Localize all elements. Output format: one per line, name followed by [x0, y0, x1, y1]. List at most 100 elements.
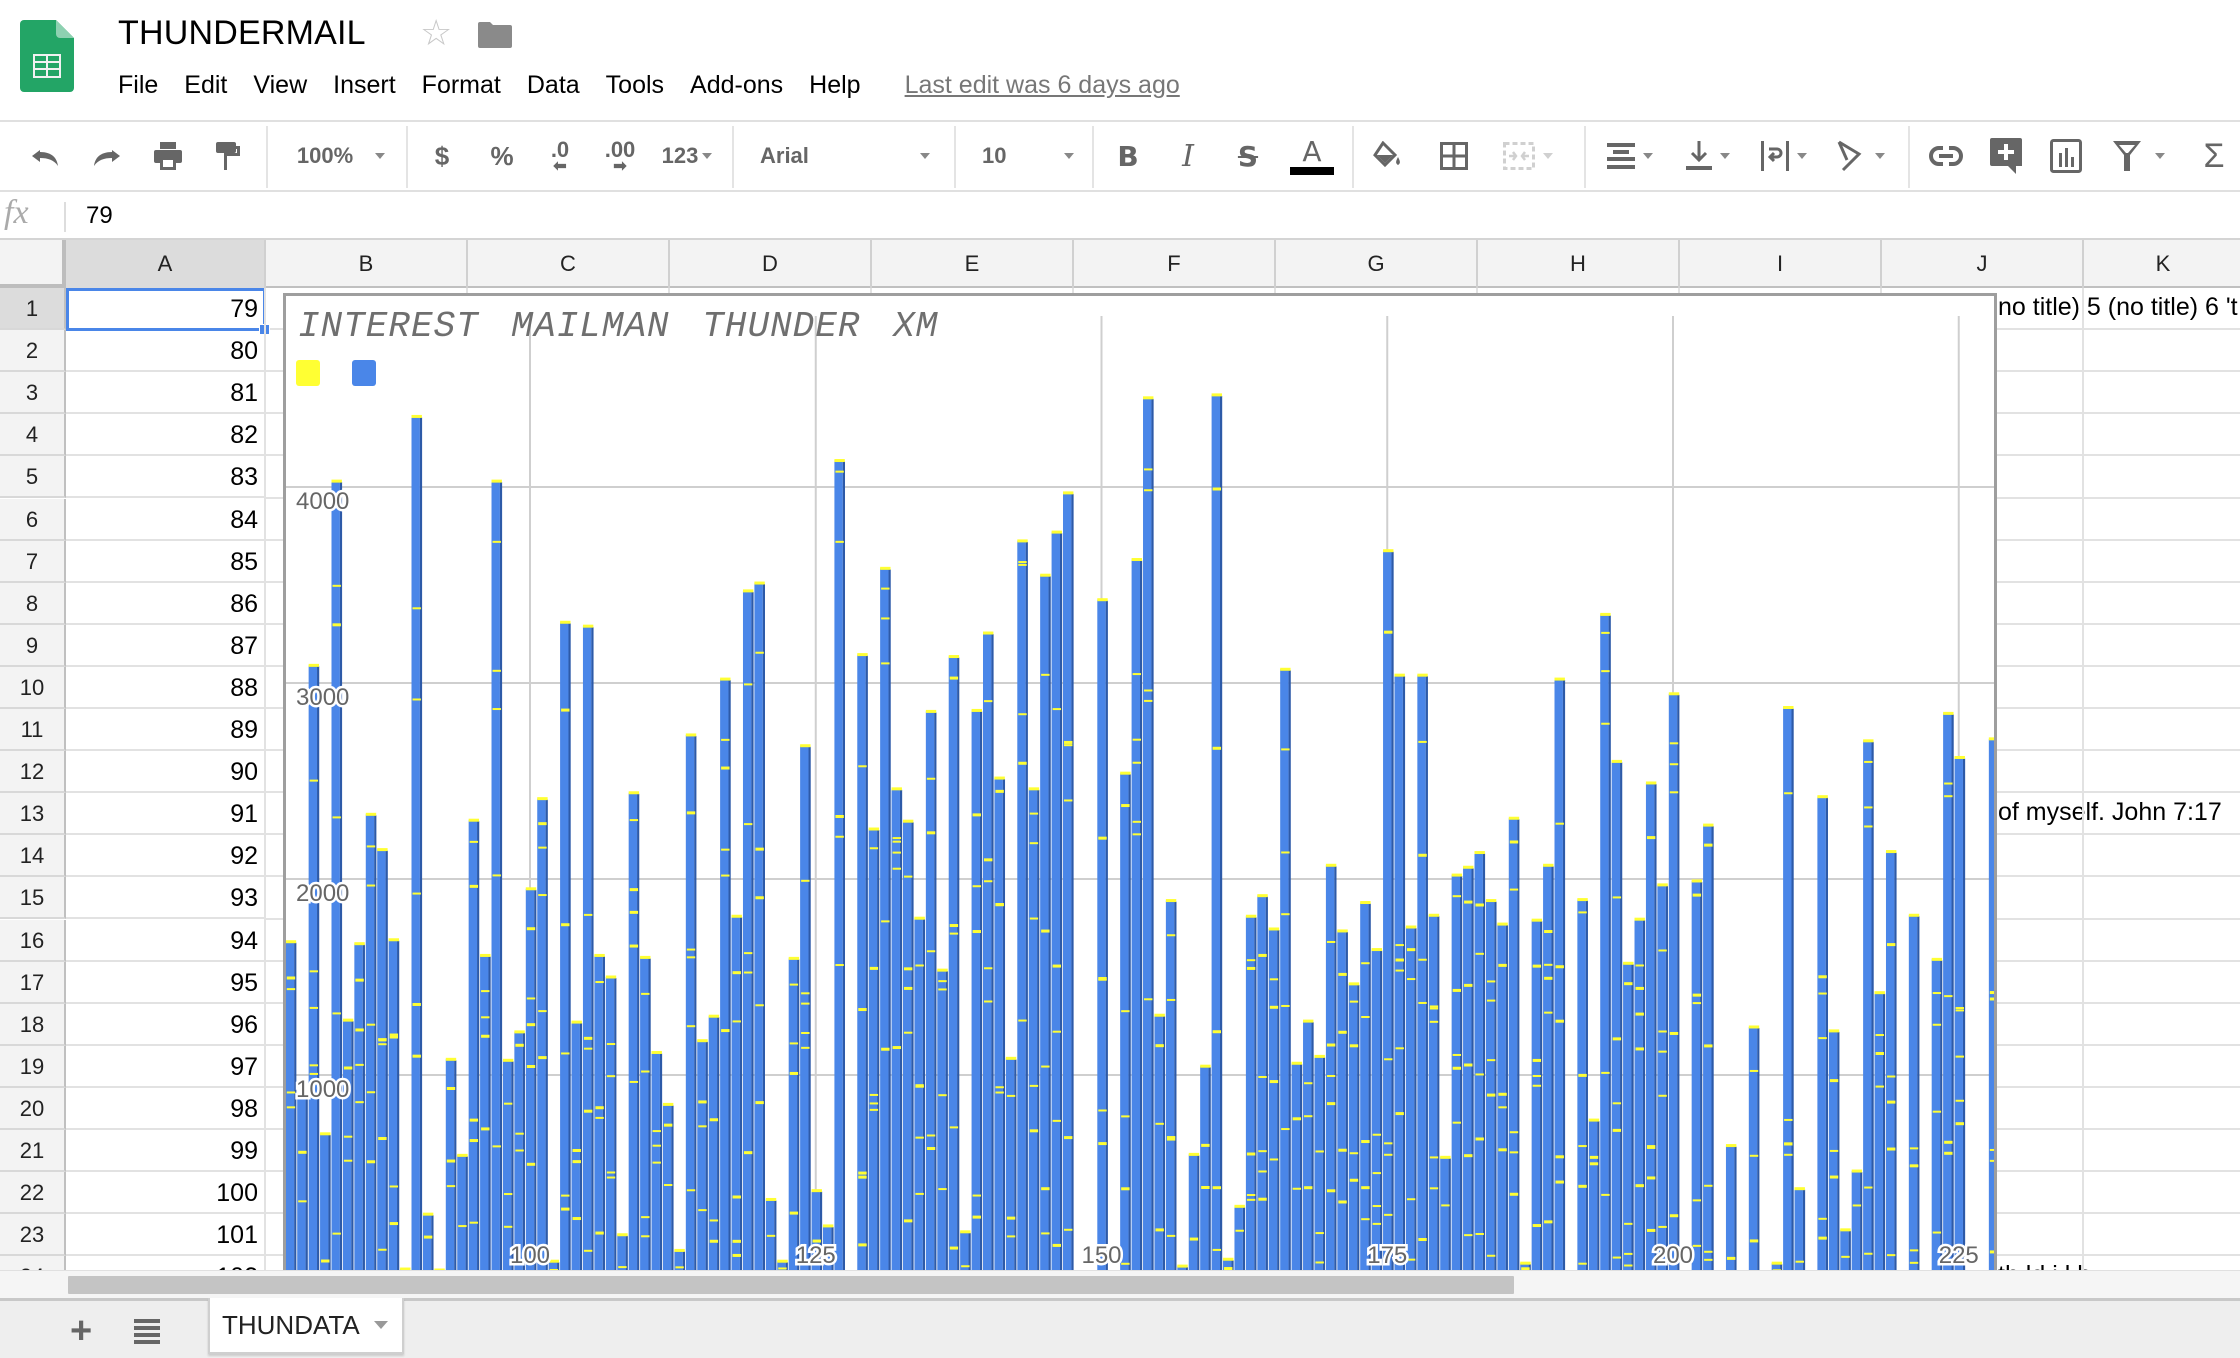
- cell-a17[interactable]: 95: [66, 961, 266, 1004]
- row-header[interactable]: 22: [0, 1172, 66, 1215]
- cell-a24[interactable]: 102: [66, 1256, 266, 1270]
- menu-file[interactable]: File: [118, 71, 158, 100]
- row-header[interactable]: 16: [0, 919, 66, 962]
- chevron-down-icon[interactable]: [373, 1321, 388, 1329]
- horizontal-align-button[interactable]: [1600, 122, 1660, 190]
- column-header-f[interactable]: F: [1074, 240, 1276, 288]
- cell-a5[interactable]: 83: [66, 456, 266, 499]
- cell-a6[interactable]: 84: [66, 498, 266, 541]
- row-header[interactable]: 18: [0, 1003, 66, 1046]
- formula-input[interactable]: 79: [86, 202, 113, 230]
- cell-a12[interactable]: 90: [66, 751, 266, 794]
- cell-a1[interactable]: 79: [66, 288, 266, 331]
- insert-link-button[interactable]: [1926, 122, 1966, 190]
- cell-a21[interactable]: 99: [66, 1130, 266, 1173]
- row-header[interactable]: 24: [0, 1256, 66, 1270]
- row-header[interactable]: 8: [0, 582, 66, 625]
- insert-chart-button[interactable]: [2046, 122, 2086, 190]
- column-header-b[interactable]: B: [266, 240, 468, 288]
- decrease-decimal-button[interactable]: .0 ⬅: [540, 122, 580, 190]
- menu-tools[interactable]: Tools: [606, 71, 664, 100]
- row-header[interactable]: 15: [0, 877, 66, 920]
- cell-a9[interactable]: 87: [66, 624, 266, 667]
- text-wrap-button[interactable]: [1754, 122, 1814, 190]
- document-title[interactable]: THUNDERMAIL: [118, 14, 366, 53]
- row-header[interactable]: 10: [0, 666, 66, 709]
- cell-a4[interactable]: 82: [66, 414, 266, 457]
- menu-help[interactable]: Help: [809, 71, 860, 100]
- currency-format-button[interactable]: $: [424, 122, 460, 190]
- menu-format[interactable]: Format: [422, 71, 501, 100]
- paint-format-button[interactable]: [208, 122, 248, 190]
- print-button[interactable]: [148, 122, 188, 190]
- column-header-c[interactable]: C: [468, 240, 670, 288]
- menu-data[interactable]: Data: [527, 71, 580, 100]
- redo-button[interactable]: [86, 122, 126, 190]
- text-rotation-button[interactable]: [1830, 122, 1890, 190]
- italic-button[interactable]: I: [1172, 122, 1204, 190]
- row-header[interactable]: 9: [0, 624, 66, 667]
- menu-edit[interactable]: Edit: [184, 71, 227, 100]
- column-header-a[interactable]: A: [66, 240, 266, 288]
- cell-a3[interactable]: 81: [66, 372, 266, 415]
- undo-button[interactable]: [26, 122, 66, 190]
- sheet-tab-thundata[interactable]: THUNDATA: [208, 1298, 404, 1354]
- column-header-h[interactable]: H: [1478, 240, 1680, 288]
- row-header[interactable]: 3: [0, 372, 66, 415]
- row-header[interactable]: 2: [0, 330, 66, 373]
- menu-add-ons[interactable]: Add-ons: [690, 71, 783, 100]
- borders-button[interactable]: [1436, 122, 1472, 190]
- select-all-corner[interactable]: [0, 240, 66, 288]
- more-formats-button[interactable]: 123: [656, 122, 718, 190]
- row-header[interactable]: 17: [0, 961, 66, 1004]
- cell-a16[interactable]: 94: [66, 919, 266, 962]
- insert-comment-button[interactable]: [1986, 122, 2026, 190]
- cell-a7[interactable]: 85: [66, 540, 266, 583]
- sheets-logo-icon[interactable]: [20, 20, 74, 92]
- cell-a23[interactable]: 101: [66, 1214, 266, 1257]
- column-header-j[interactable]: J: [1882, 240, 2084, 288]
- add-sheet-button[interactable]: +: [70, 1312, 92, 1350]
- column-header-g[interactable]: G: [1276, 240, 1478, 288]
- row-header[interactable]: 23: [0, 1214, 66, 1257]
- menu-view[interactable]: View: [253, 71, 307, 100]
- row-header[interactable]: 21: [0, 1130, 66, 1173]
- row-header[interactable]: 14: [0, 835, 66, 878]
- column-header-k[interactable]: K: [2084, 240, 2240, 288]
- row-header[interactable]: 1: [0, 288, 66, 331]
- cell-a19[interactable]: 97: [66, 1045, 266, 1088]
- column-header-e[interactable]: E: [872, 240, 1074, 288]
- text-color-button[interactable]: A: [1290, 122, 1334, 190]
- fill-color-button[interactable]: [1370, 122, 1406, 190]
- cell-a2[interactable]: 80: [66, 330, 266, 373]
- folder-icon[interactable]: [478, 22, 512, 48]
- font-size-select[interactable]: 10: [982, 122, 1074, 190]
- row-header[interactable]: 11: [0, 709, 66, 752]
- row-header[interactable]: 4: [0, 414, 66, 457]
- percent-format-button[interactable]: %: [484, 122, 520, 190]
- bold-button[interactable]: B: [1112, 122, 1144, 190]
- cell-a8[interactable]: 86: [66, 582, 266, 625]
- row-header[interactable]: 12: [0, 751, 66, 794]
- row-header[interactable]: 20: [0, 1087, 66, 1130]
- vertical-align-button[interactable]: [1680, 122, 1736, 190]
- cell-a13[interactable]: 91: [66, 793, 266, 836]
- column-header-d[interactable]: D: [670, 240, 872, 288]
- cell-a15[interactable]: 93: [66, 877, 266, 920]
- cell-a14[interactable]: 92: [66, 835, 266, 878]
- font-family-select[interactable]: Arial: [760, 122, 930, 190]
- column-header-i[interactable]: I: [1680, 240, 1882, 288]
- scrollbar-thumb[interactable]: [68, 1276, 1514, 1294]
- chart[interactable]: 100 125 150 175 200 225 1000 2000 3000 4000 INTE…: [283, 293, 1997, 1273]
- all-sheets-menu-icon[interactable]: [134, 1319, 160, 1345]
- row-header[interactable]: 13: [0, 793, 66, 836]
- row-header[interactable]: 5: [0, 456, 66, 499]
- row-header[interactable]: 7: [0, 540, 66, 583]
- zoom-select[interactable]: 100%: [288, 122, 394, 190]
- cell-a22[interactable]: 100: [66, 1172, 266, 1215]
- horizontal-scrollbar[interactable]: [0, 1270, 2240, 1298]
- functions-button[interactable]: Σ: [2194, 122, 2234, 190]
- last-edit-link[interactable]: Last edit was 6 days ago: [905, 71, 1180, 100]
- increase-decimal-button[interactable]: .00 ➡: [598, 122, 642, 190]
- cell-a20[interactable]: 98: [66, 1087, 266, 1130]
